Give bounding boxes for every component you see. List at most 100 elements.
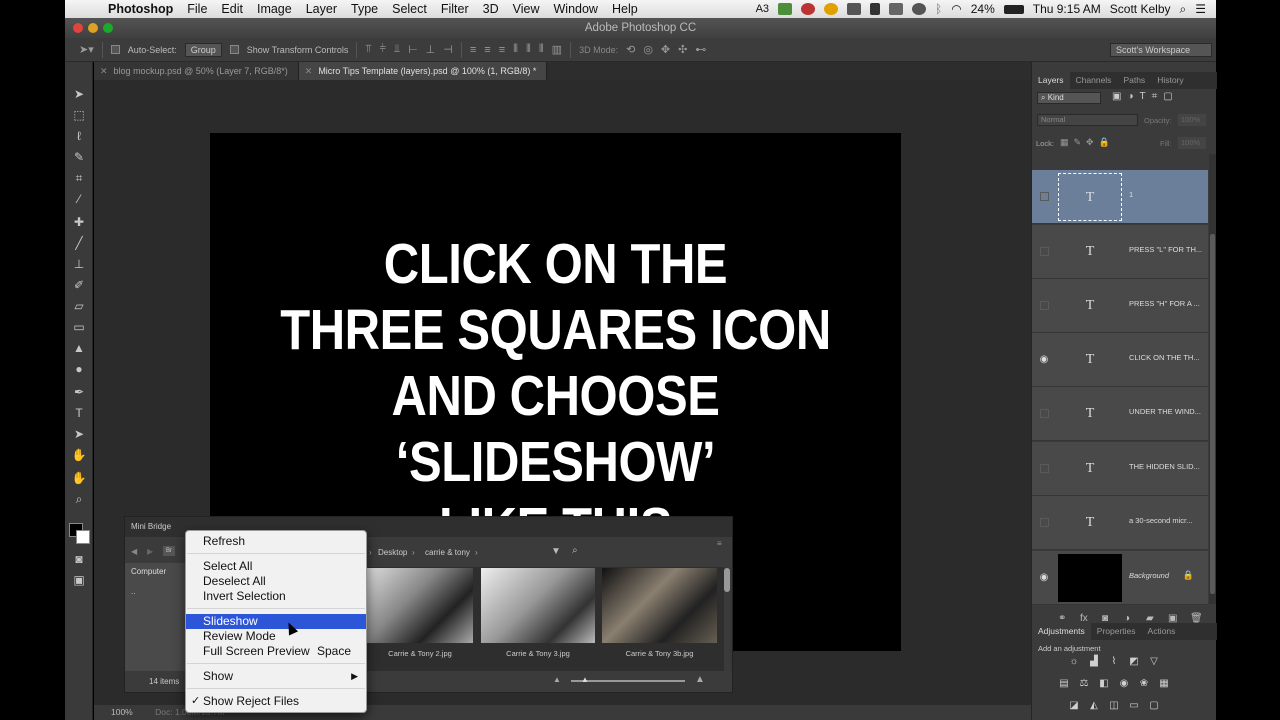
hue-saturation-icon[interactable]: ▤ xyxy=(1058,678,1070,690)
zoom-window-icon[interactable] xyxy=(103,23,113,33)
menu-item-review-mode[interactable]: Review Mode xyxy=(186,629,366,644)
close-window-icon[interactable] xyxy=(73,23,83,33)
layer-filter-icons[interactable]: ▣◑T⌗▢ xyxy=(1112,91,1179,102)
threshold-icon[interactable]: ◫ xyxy=(1108,700,1120,712)
scrollbar-thumb[interactable] xyxy=(724,568,730,592)
visibility-toggle[interactable] xyxy=(1040,301,1049,310)
layer-name[interactable]: THE HIDDEN SLID... xyxy=(1129,462,1200,471)
screen-mode-icon[interactable]: ▣ xyxy=(71,572,87,588)
visibility-toggle[interactable] xyxy=(1040,247,1049,256)
chrome-icon[interactable] xyxy=(824,3,839,15)
layer-row[interactable]: T UNDER THE WIND... xyxy=(1032,387,1208,441)
align-top-icon[interactable]: ⫪ xyxy=(365,43,371,56)
menu-help[interactable]: Help xyxy=(605,2,645,16)
invert-icon[interactable]: ◪ xyxy=(1068,700,1080,712)
layer-name[interactable]: CLICK ON THE TH... xyxy=(1129,353,1200,362)
image-icon[interactable] xyxy=(889,3,904,15)
menu-item-refresh[interactable]: Refresh xyxy=(186,534,366,549)
shape-tool-icon[interactable]: ✋ xyxy=(71,447,87,463)
align-hcenter-icon[interactable]: ⊥ xyxy=(426,43,436,56)
layer-row[interactable]: T PRESS "H" FOR A ... xyxy=(1032,279,1208,333)
breadcrumb-folder[interactable]: carrie & tony xyxy=(425,548,470,557)
eye-icon[interactable]: ◉ xyxy=(1038,354,1050,366)
black-white-icon[interactable]: ◧ xyxy=(1098,678,1110,690)
photo-thumbnail[interactable] xyxy=(481,568,595,643)
align-vcenter-icon[interactable]: ⫩ xyxy=(380,43,386,56)
wifi-icon[interactable]: ◠ xyxy=(951,2,961,16)
slider-handle[interactable]: ▲ xyxy=(581,675,589,684)
lock-icons[interactable]: ▦✎✥🔒 xyxy=(1060,137,1115,148)
exposure-icon[interactable]: ◩ xyxy=(1128,656,1140,668)
menu-type[interactable]: Type xyxy=(344,2,385,16)
gradient-tool-icon[interactable]: ▭ xyxy=(71,319,87,335)
minimize-window-icon[interactable] xyxy=(88,23,98,33)
color-balance-icon[interactable]: ⚖ xyxy=(1078,678,1090,690)
layer-name[interactable]: PRESS "H" FOR A ... xyxy=(1129,299,1200,308)
mini-bridge-title[interactable]: Mini Bridge xyxy=(131,522,171,531)
visibility-toggle[interactable] xyxy=(1040,192,1049,201)
menu-select[interactable]: Select xyxy=(385,2,434,16)
eraser-tool-icon[interactable]: ▱ xyxy=(71,298,87,314)
color-lookup-icon[interactable]: ▦ xyxy=(1158,678,1170,690)
move-tool-preset-icon[interactable]: ➤▾ xyxy=(79,43,94,56)
menu-window[interactable]: Window xyxy=(547,2,605,16)
hand-tool-icon[interactable]: ✋ xyxy=(71,470,87,486)
auto-select-dropdown[interactable]: Group xyxy=(184,42,222,57)
zoom-tool-icon[interactable]: ⌕ xyxy=(71,491,87,507)
layer-row[interactable]: T a 30-second micr... xyxy=(1032,496,1208,550)
menu-item-invert-selection[interactable]: Invert Selection xyxy=(186,589,366,604)
opacity-field[interactable]: 100% xyxy=(1178,114,1206,126)
quick-mask-icon[interactable]: ◙ xyxy=(71,551,87,567)
quick-select-tool-icon[interactable]: ✎ xyxy=(71,149,87,165)
auto-align-icon[interactable]: ▥ xyxy=(552,43,562,56)
panel-menu-icon[interactable]: ≡ xyxy=(717,539,722,548)
forward-icon[interactable]: ▶ xyxy=(147,547,153,556)
bluetooth-icon[interactable]: ᛒ xyxy=(935,2,942,16)
type-tool-icon[interactable]: T xyxy=(71,405,87,421)
brightness-icon[interactable]: ☼ xyxy=(1068,656,1080,668)
layer-row[interactable]: T PRESS "L" FOR TH... xyxy=(1032,225,1208,279)
tab-history[interactable]: History xyxy=(1151,72,1189,89)
path-select-tool-icon[interactable]: ➤ xyxy=(71,426,87,442)
adobe-status-icon[interactable]: A3 xyxy=(756,3,769,15)
tab-layers[interactable]: Layers xyxy=(1032,72,1070,89)
layer-row-background[interactable]: ◉ Background 🔒 xyxy=(1032,551,1208,605)
menu-edit[interactable]: Edit xyxy=(214,2,250,16)
scrollbar-thumb[interactable] xyxy=(1210,234,1215,594)
crop-tool-icon[interactable]: ⌗ xyxy=(71,170,87,186)
3d-drag-icon[interactable]: ✥ xyxy=(661,43,670,56)
filter-icon[interactable]: ▼ xyxy=(551,546,561,557)
layer-row[interactable]: T THE HIDDEN SLID... xyxy=(1032,442,1208,496)
menu-item-full-screen-preview[interactable]: Full Screen Preview Space xyxy=(186,644,366,659)
menu-view[interactable]: View xyxy=(506,2,547,16)
sync-icon[interactable] xyxy=(801,3,816,15)
blur-tool-icon[interactable]: ▲ xyxy=(71,340,87,356)
menu-image[interactable]: Image xyxy=(250,2,299,16)
menu-file[interactable]: File xyxy=(180,2,214,16)
wrench-icon[interactable] xyxy=(870,3,881,15)
fill-field[interactable]: 100% xyxy=(1178,137,1206,149)
battery-level[interactable]: 24% xyxy=(971,2,995,16)
menu-item-select-all[interactable]: Select All xyxy=(186,559,366,574)
photo-thumbnail[interactable] xyxy=(367,568,473,643)
distribute-vcenter-icon[interactable]: ≡ xyxy=(484,44,490,56)
breadcrumb-desktop[interactable]: Desktop xyxy=(378,548,407,557)
tab-actions[interactable]: Actions xyxy=(1142,623,1182,640)
layer-name[interactable]: UNDER THE WIND... xyxy=(1129,407,1201,416)
tab-blog-mockup[interactable]: ✕ blog mockup.psd @ 50% (Layer 7, RGB/8*) xyxy=(94,62,299,80)
close-tab-icon[interactable]: ✕ xyxy=(305,66,313,76)
layers-scrollbar[interactable] xyxy=(1209,154,1216,604)
menu-layer[interactable]: Layer xyxy=(299,2,344,16)
clock-text[interactable]: Thu 9:15 AM xyxy=(1033,2,1101,16)
distribute-bottom-icon[interactable]: ≡ xyxy=(499,44,505,56)
layer-row[interactable]: T 1 xyxy=(1032,170,1208,224)
sidebar-item-parent[interactable]: .. xyxy=(131,587,135,596)
vibrance-icon[interactable]: ▽ xyxy=(1148,656,1160,668)
eyedropper-tool-icon[interactable]: ⁄ xyxy=(71,191,87,207)
distribute-hcenter-icon[interactable]: ⦀ xyxy=(526,43,531,56)
zoom-level[interactable]: 100% xyxy=(111,707,133,717)
menu-filter[interactable]: Filter xyxy=(434,2,476,16)
background-color-swatch[interactable] xyxy=(76,530,90,544)
tab-paths[interactable]: Paths xyxy=(1117,72,1151,89)
visibility-toggle[interactable] xyxy=(1040,518,1049,527)
